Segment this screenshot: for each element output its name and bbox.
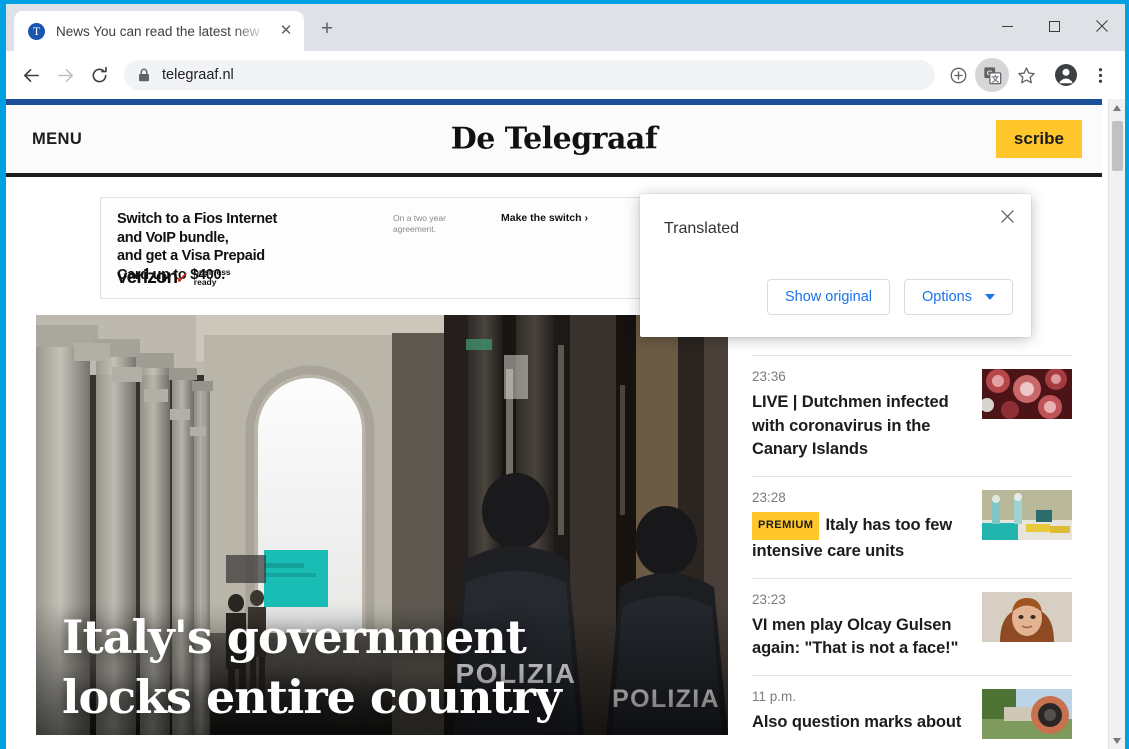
scrollbar-thumb[interactable]: [1112, 121, 1123, 171]
browser-tab[interactable]: T News You can read the latest new ✕: [14, 11, 304, 51]
browser-toolbar: telegraaf.nl G 文: [6, 51, 1125, 99]
page-content: POLIZIA POLIZIA I: [6, 315, 1102, 749]
browser-window: T News You can read the latest new ✕ +: [0, 0, 1129, 749]
news-item-thumbnail: [982, 369, 1072, 419]
translate-icon[interactable]: G 文: [975, 58, 1009, 92]
address-bar[interactable]: telegraaf.nl: [124, 60, 935, 90]
news-item-body: 23:36 LIVE | Dutchmen infected with coro…: [752, 369, 972, 462]
telegraaf-favicon-icon: T: [28, 23, 45, 40]
news-item-body: 23:28 PREMIUMItaly has too few intensive…: [752, 490, 972, 564]
news-item-body: 23:23 VI men play Olcay Gulsen again: "T…: [752, 592, 972, 661]
back-arrow-icon[interactable]: [14, 58, 48, 92]
translate-bubble-title: Translated: [664, 220, 739, 238]
minimize-button[interactable]: [984, 4, 1031, 48]
three-dot-menu-icon[interactable]: [1083, 58, 1117, 92]
news-item-thumbnail: [982, 592, 1072, 642]
scroll-down-arrow-icon[interactable]: [1109, 732, 1125, 749]
list-item[interactable]: 23:36 LIVE | Dutchmen infected with coro…: [752, 356, 1072, 477]
tab-close-icon[interactable]: ✕: [276, 21, 296, 41]
verizon-wordmark: verizon: [117, 267, 177, 289]
new-tab-button[interactable]: +: [314, 17, 340, 43]
translate-bubble-close-icon[interactable]: [993, 202, 1021, 230]
window-controls: [984, 4, 1125, 48]
show-original-label: Show original: [785, 289, 872, 305]
close-button[interactable]: [1078, 4, 1125, 48]
news-item-title: LIVE | Dutchmen infected with coronaviru…: [752, 391, 972, 462]
news-item-body: 11 p.m. Also question marks about: [752, 689, 972, 739]
browser-window-inner: T News You can read the latest new ✕ +: [6, 4, 1125, 749]
address-bar-text: telegraaf.nl: [162, 67, 234, 83]
news-item-title: Also question marks about: [752, 711, 972, 735]
options-label: Options: [922, 289, 972, 305]
list-item[interactable]: 11 p.m. Also question marks about: [752, 676, 1072, 749]
news-item-thumbnail: [982, 490, 1072, 540]
translate-bubble-actions: Show original Options: [767, 279, 1013, 315]
scroll-up-arrow-icon[interactable]: [1109, 99, 1125, 116]
install-app-icon[interactable]: [941, 58, 975, 92]
options-button[interactable]: Options: [904, 279, 1013, 315]
chevron-down-icon: [985, 294, 995, 300]
latest-news-section: LATEST NEWS 23:36 LIVE | Dutchmen infect…: [752, 315, 1072, 749]
news-item-time: 11 p.m.: [752, 689, 972, 704]
site-masthead: De Telegraaf: [451, 122, 658, 157]
status-badge: PREMIUM: [752, 512, 819, 541]
tab-title: News You can read the latest new: [56, 24, 276, 39]
avatar-icon[interactable]: [1049, 58, 1083, 92]
news-item-time: 23:23: [752, 592, 972, 607]
verizon-logo: verizon ✓ business ready: [117, 267, 231, 289]
reload-icon[interactable]: [82, 58, 116, 92]
hero-headline: Italy's government locks entire country: [62, 607, 668, 727]
maximize-button[interactable]: [1031, 4, 1078, 48]
news-item-time: 23:36: [752, 369, 972, 384]
ad-terms-text: On a two year agreement.: [393, 213, 446, 235]
page-scrollbar[interactable]: [1108, 99, 1125, 749]
verizon-check-icon: ✓: [175, 269, 190, 287]
translate-bubble: Translated Show original Options: [640, 194, 1031, 337]
subscribe-button[interactable]: scribe: [996, 120, 1082, 158]
page-viewport: MENU De Telegraaf scribe Switch to a Fio…: [6, 99, 1125, 749]
news-item-title: VI men play Olcay Gulsen again: "That is…: [752, 614, 972, 661]
news-item-thumbnail: [982, 689, 1072, 739]
list-item[interactable]: 23:23 VI men play Olcay Gulsen again: "T…: [752, 579, 1072, 676]
menu-button[interactable]: MENU: [32, 130, 82, 149]
svg-text:文: 文: [991, 73, 999, 83]
news-item-time: 23:28: [752, 490, 972, 505]
ad-cta-link[interactable]: Make the switch ›: [501, 212, 588, 224]
star-icon[interactable]: [1009, 58, 1043, 92]
show-original-button[interactable]: Show original: [767, 279, 890, 315]
news-item-title: PREMIUMItaly has too few intensive care …: [752, 512, 972, 564]
site-header: MENU De Telegraaf scribe: [6, 105, 1102, 177]
forward-arrow-icon[interactable]: [48, 58, 82, 92]
tab-strip: T News You can read the latest new ✕ +: [6, 4, 1125, 51]
lock-icon: [138, 68, 150, 82]
list-item[interactable]: 23:28 PREMIUMItaly has too few intensive…: [752, 477, 1072, 579]
hero-article[interactable]: POLIZIA POLIZIA I: [36, 315, 728, 735]
verizon-tagline: business ready: [194, 268, 231, 287]
